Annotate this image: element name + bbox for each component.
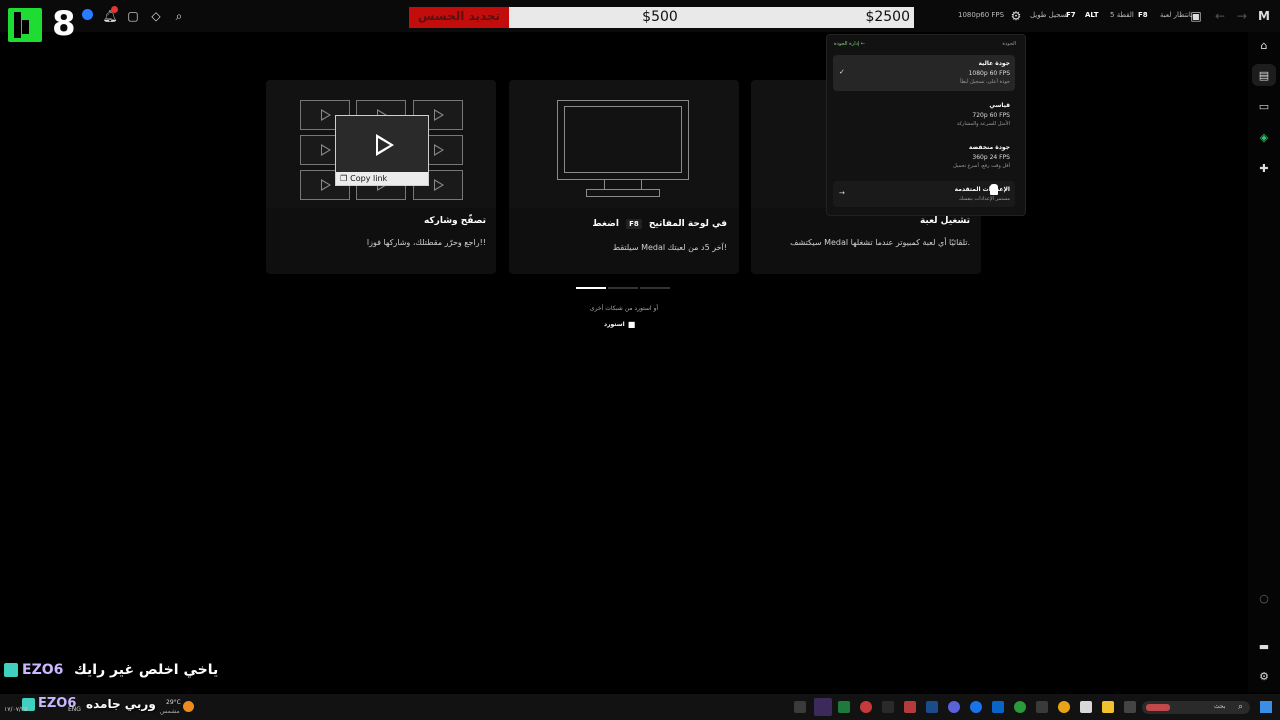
chrome-icon[interactable] xyxy=(1058,701,1070,713)
taskbar-app-icon[interactable] xyxy=(1036,701,1048,713)
taskbar-app-icon[interactable] xyxy=(882,701,894,713)
option-res: 360p 24 FPS xyxy=(972,154,1010,161)
discord-icon[interactable] xyxy=(948,701,960,713)
arrow-right-icon: → xyxy=(839,189,845,197)
option-res: 720p 60 FPS xyxy=(972,112,1010,119)
card-press-key-desc: سيلتقط Medal آخر 5د من لعبتك! xyxy=(612,243,727,252)
xbox-icon[interactable] xyxy=(1014,701,1026,713)
option-sub: أقل وقت رفع، أسرع تحميل xyxy=(953,163,1010,169)
option-sub: الأمثل للسرعة والمشاركة xyxy=(956,121,1010,127)
card-run-game-desc: سيكتشف Medal تلقائيًا أي لعبة كمبيوتر عن… xyxy=(790,238,970,247)
taskbar-date: ١٧/٠٧/٢٥ xyxy=(4,706,28,713)
mouse-cursor-icon xyxy=(990,184,998,195)
back-arrow-icon[interactable]: ← xyxy=(1212,8,1228,24)
file-explorer-icon[interactable] xyxy=(1102,701,1114,713)
settings-icon[interactable]: ⚙ xyxy=(1256,668,1272,684)
option-sub: مستمر الإعدادات بنفسك xyxy=(958,196,1010,202)
play-icon-inner xyxy=(378,138,390,152)
copy-icon: ❐ xyxy=(340,174,348,183)
taskbar-app-icon[interactable] xyxy=(1080,701,1092,713)
option-res: 1080p 60 FPS xyxy=(968,70,1010,77)
weather-temp[interactable]: 29°C xyxy=(166,699,181,706)
taskbar-app-active-icon[interactable] xyxy=(814,698,832,716)
medal-diamond-icon[interactable]: ◈ xyxy=(1256,129,1272,145)
streamer-logo-k xyxy=(8,8,42,42)
carousel-dot[interactable] xyxy=(608,287,638,289)
import-label: استورد xyxy=(604,321,625,328)
tag-badge-icon xyxy=(4,663,18,677)
taskbar-lang[interactable]: ENG xyxy=(68,706,81,713)
forward-arrow-icon[interactable]: → xyxy=(1234,8,1250,24)
card-press-key-title: في لوحة المفاتيح F8 اضغط xyxy=(519,219,727,229)
windows-start-icon[interactable] xyxy=(1260,701,1272,713)
long-record-label: تسجيل طويل xyxy=(1030,11,1069,19)
copy-link-button[interactable]: ❐ Copy link xyxy=(336,172,428,185)
feedback-icon[interactable]: ▬ xyxy=(1256,638,1272,654)
taskbar-app-icon[interactable] xyxy=(794,701,806,713)
status-dot xyxy=(82,9,93,20)
key-chip: F8 xyxy=(626,219,642,229)
key-alt: ALT xyxy=(1085,11,1099,19)
add-friend-icon[interactable]: ✚ xyxy=(1256,160,1272,176)
option-title: جودة عالية xyxy=(978,60,1011,67)
card-browse-title: تصفّح وشاركه xyxy=(423,216,486,226)
key-f8: F8 xyxy=(1138,11,1148,19)
gamepad-icon: ▣ xyxy=(1190,9,1202,23)
stream-caption-1: ياخي اخلص غير رايك xyxy=(74,662,219,678)
quality-option-advanced[interactable] xyxy=(833,181,1015,207)
weather-sun-icon xyxy=(183,701,194,712)
search-icon: ⌕ xyxy=(1238,702,1244,712)
folder-icon[interactable]: ▭ xyxy=(1256,98,1272,114)
medal-logo-icon[interactable]: M xyxy=(1256,8,1272,24)
clips-icon[interactable]: ▤ xyxy=(1256,67,1272,83)
search-highlight-icon xyxy=(1146,704,1170,711)
manage-quality-link[interactable]: إدارة الجودة ← xyxy=(834,41,865,47)
import-button[interactable]: استورد ■ xyxy=(604,320,644,329)
option-title: قياسي xyxy=(989,102,1010,109)
quality-selector[interactable]: 1080p60 FPS xyxy=(958,11,1004,19)
option-title: الإعدادات المتقدمة xyxy=(954,186,1010,193)
home-icon[interactable]: ⌂ xyxy=(1256,37,1272,53)
title-suffix: في لوحة المفاتيح xyxy=(648,219,727,229)
chat-icon[interactable]: ▢ xyxy=(125,8,141,24)
taskbar-app-icon[interactable] xyxy=(970,701,982,713)
steam-icon[interactable] xyxy=(926,701,938,713)
monitor-base xyxy=(586,189,660,197)
donation-current: $500 xyxy=(642,9,678,25)
copy-link-label: Copy link xyxy=(350,174,388,183)
diamond-icon[interactable]: ◇ xyxy=(148,8,164,24)
taskbar-app-icon[interactable] xyxy=(838,701,850,713)
stream-caption-2: وربي جامده xyxy=(86,697,156,711)
check-icon: ✓ xyxy=(839,68,845,76)
key-f7: F7 xyxy=(1066,11,1076,19)
option-title: جودة منخفضة xyxy=(968,144,1010,151)
search-placeholder: بحث xyxy=(1214,703,1226,710)
taskbar-app-icon[interactable] xyxy=(1124,701,1136,713)
dropdown-header: الجودة xyxy=(1002,41,1016,47)
taskbar-app-icon[interactable] xyxy=(860,701,872,713)
stream-tag-1: EZO6 xyxy=(22,662,64,678)
gear-icon[interactable]: ⚙ xyxy=(1008,8,1024,24)
video-camera-icon: ■ xyxy=(627,320,636,329)
taskbar-app-icon[interactable] xyxy=(992,701,1004,713)
taskbar-app-icon[interactable] xyxy=(904,701,916,713)
carousel-dot[interactable] xyxy=(640,287,670,289)
notification-badge xyxy=(111,6,118,13)
carousel-dot-active[interactable] xyxy=(576,287,606,289)
import-hint: أو استورد من شبكات أخرى xyxy=(589,305,659,312)
title-prefix: اضغط xyxy=(592,219,619,229)
donation-label: تجديد الجسس xyxy=(417,9,501,23)
status-circle-icon[interactable]: ○ xyxy=(1256,590,1272,606)
monitor-screen xyxy=(564,106,682,173)
clip-label: القطة 5 xyxy=(1110,11,1134,19)
donation-goal: $2500 xyxy=(865,9,910,25)
streamer-logo-8: 8 xyxy=(52,4,76,44)
card-run-game-title: تشغيل لعبة xyxy=(919,216,970,226)
search-icon[interactable]: ⌕ xyxy=(171,8,187,24)
weather-desc: مشمس xyxy=(160,708,180,715)
card-browse-desc: راجع وحرّر مقطتلك، وشاركها فوزا!! xyxy=(366,238,486,247)
option-sub: جودة أعلى، تسجيل أبطأ xyxy=(960,79,1010,85)
